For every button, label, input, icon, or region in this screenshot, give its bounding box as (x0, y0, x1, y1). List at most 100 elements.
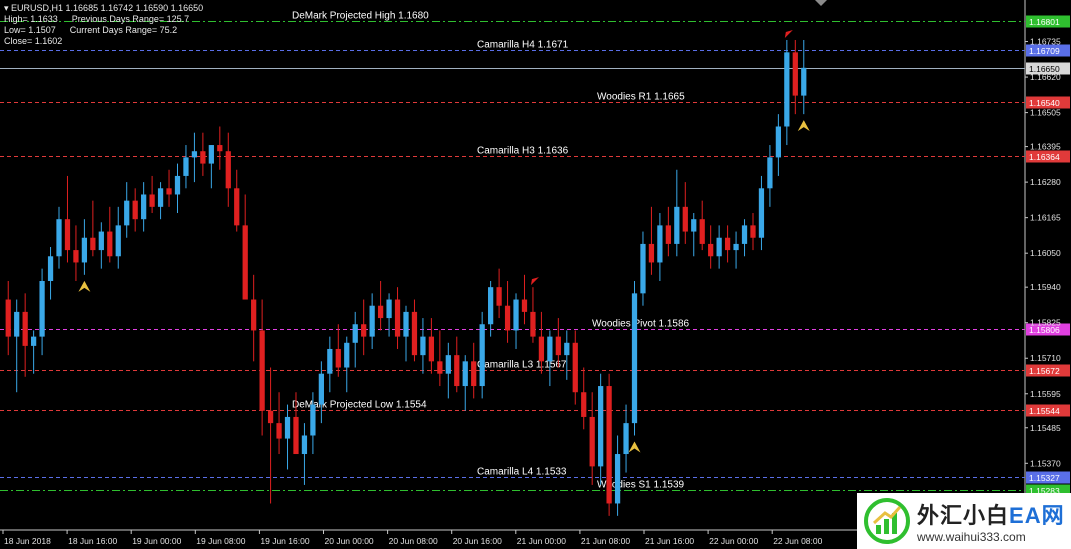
candle-body[interactable] (589, 416, 595, 467)
candle-body[interactable] (318, 373, 324, 405)
candle-body[interactable] (327, 348, 333, 374)
candle-body[interactable] (530, 311, 536, 337)
candle-body[interactable] (581, 392, 587, 417)
watermark: 外汇小白EA网 www.waihui333.com (857, 493, 1071, 549)
candle-body[interactable] (259, 330, 265, 411)
candle-body[interactable] (691, 219, 697, 232)
candle-body[interactable] (251, 299, 257, 331)
candle-body[interactable] (657, 225, 663, 263)
candle-body[interactable] (462, 361, 468, 387)
candle-body[interactable] (47, 256, 54, 281)
candle-body[interactable] (411, 311, 418, 356)
candle-body[interactable] (724, 237, 731, 251)
candle-body[interactable] (606, 386, 612, 504)
candle-body[interactable] (200, 151, 206, 164)
candle-body[interactable] (479, 324, 485, 387)
candle-body[interactable] (547, 336, 553, 362)
candle-body[interactable] (784, 52, 790, 127)
candle-body[interactable] (445, 355, 451, 374)
candle-body[interactable] (191, 151, 198, 158)
candle-body[interactable] (81, 237, 88, 263)
candle-body[interactable] (208, 145, 214, 164)
candle-body[interactable] (64, 219, 71, 251)
candle-body[interactable] (301, 435, 308, 455)
candle-body[interactable] (403, 311, 409, 337)
candle-body[interactable] (310, 404, 316, 436)
candle-body[interactable] (648, 243, 655, 263)
candle-body[interactable] (496, 287, 502, 306)
candle-body[interactable] (640, 243, 646, 294)
candle-body[interactable] (174, 175, 181, 195)
candle-body[interactable] (149, 194, 155, 207)
candle-body[interactable] (437, 361, 443, 374)
candle-body[interactable] (682, 206, 688, 232)
candle-body[interactable] (39, 280, 45, 337)
candle-body[interactable] (56, 219, 62, 257)
candle-body[interactable] (792, 52, 798, 96)
candle-body[interactable] (538, 336, 545, 362)
candle-body[interactable] (428, 336, 435, 362)
candle-body[interactable] (471, 361, 477, 387)
candle-body[interactable] (183, 157, 189, 176)
watermark-brand: 外汇小白 (917, 503, 1010, 528)
candle-body[interactable] (598, 386, 604, 467)
candle-body[interactable] (22, 311, 28, 346)
candle-body[interactable] (420, 336, 426, 356)
candle-body[interactable] (30, 336, 37, 346)
candle-body[interactable] (386, 299, 392, 319)
candle-body[interactable] (699, 219, 705, 244)
candle-body[interactable] (361, 324, 367, 337)
candle-body[interactable] (555, 336, 561, 356)
candle-body[interactable] (234, 188, 240, 226)
candle-body[interactable] (521, 299, 528, 312)
candle-body[interactable] (623, 423, 629, 455)
candle-body[interactable] (369, 305, 375, 337)
candle-body[interactable] (454, 355, 460, 387)
candle-body[interactable] (631, 293, 638, 424)
candle-body[interactable] (98, 231, 104, 251)
candle-body[interactable] (572, 342, 578, 393)
candle-body[interactable] (708, 243, 714, 257)
candle-body[interactable] (344, 342, 350, 368)
candle-body[interactable] (124, 200, 130, 226)
price-chart[interactable]: DeMark Projected High 1.1680 1.16801 Camar… (0, 0, 1071, 549)
candle-body[interactable] (284, 416, 291, 439)
candle-body[interactable] (217, 145, 223, 152)
candle-body[interactable] (107, 231, 113, 257)
candle-body[interactable] (488, 287, 494, 325)
candle-body[interactable] (801, 67, 807, 96)
candle-body[interactable] (276, 423, 282, 439)
candle-body[interactable] (132, 200, 138, 220)
candle-body[interactable] (377, 305, 384, 319)
candle-body[interactable] (513, 299, 519, 331)
candle-body[interactable] (14, 311, 20, 337)
candle-body[interactable] (394, 299, 401, 337)
candle-body[interactable] (225, 151, 231, 189)
candle-body[interactable] (504, 305, 511, 331)
candle-body[interactable] (758, 188, 765, 238)
time-tick-label: 22 Jun 08:00 (773, 536, 822, 546)
candle-body[interactable] (267, 410, 274, 424)
candle-body[interactable] (293, 416, 299, 455)
candle-body[interactable] (733, 243, 739, 251)
candle-body[interactable] (166, 188, 172, 195)
chevron-down-icon[interactable]: ▾ (4, 3, 11, 13)
candle-body[interactable] (614, 454, 621, 504)
candle-body[interactable] (564, 342, 570, 356)
candle-body[interactable] (157, 188, 164, 207)
candle-body[interactable] (5, 299, 11, 337)
candle-body[interactable] (115, 225, 121, 257)
candle-body[interactable] (90, 237, 96, 251)
candle-body[interactable] (741, 225, 748, 244)
candle-body[interactable] (242, 225, 248, 300)
candle-body[interactable] (750, 225, 756, 238)
candle-body[interactable] (665, 225, 671, 244)
candle-body[interactable] (775, 126, 782, 158)
candle-body[interactable] (335, 348, 341, 368)
candle-body[interactable] (73, 250, 79, 263)
candle-body[interactable] (674, 206, 680, 244)
candle-body[interactable] (141, 194, 147, 220)
candle-body[interactable] (352, 324, 358, 343)
candle-body[interactable] (716, 237, 722, 257)
candle-body[interactable] (767, 157, 773, 189)
